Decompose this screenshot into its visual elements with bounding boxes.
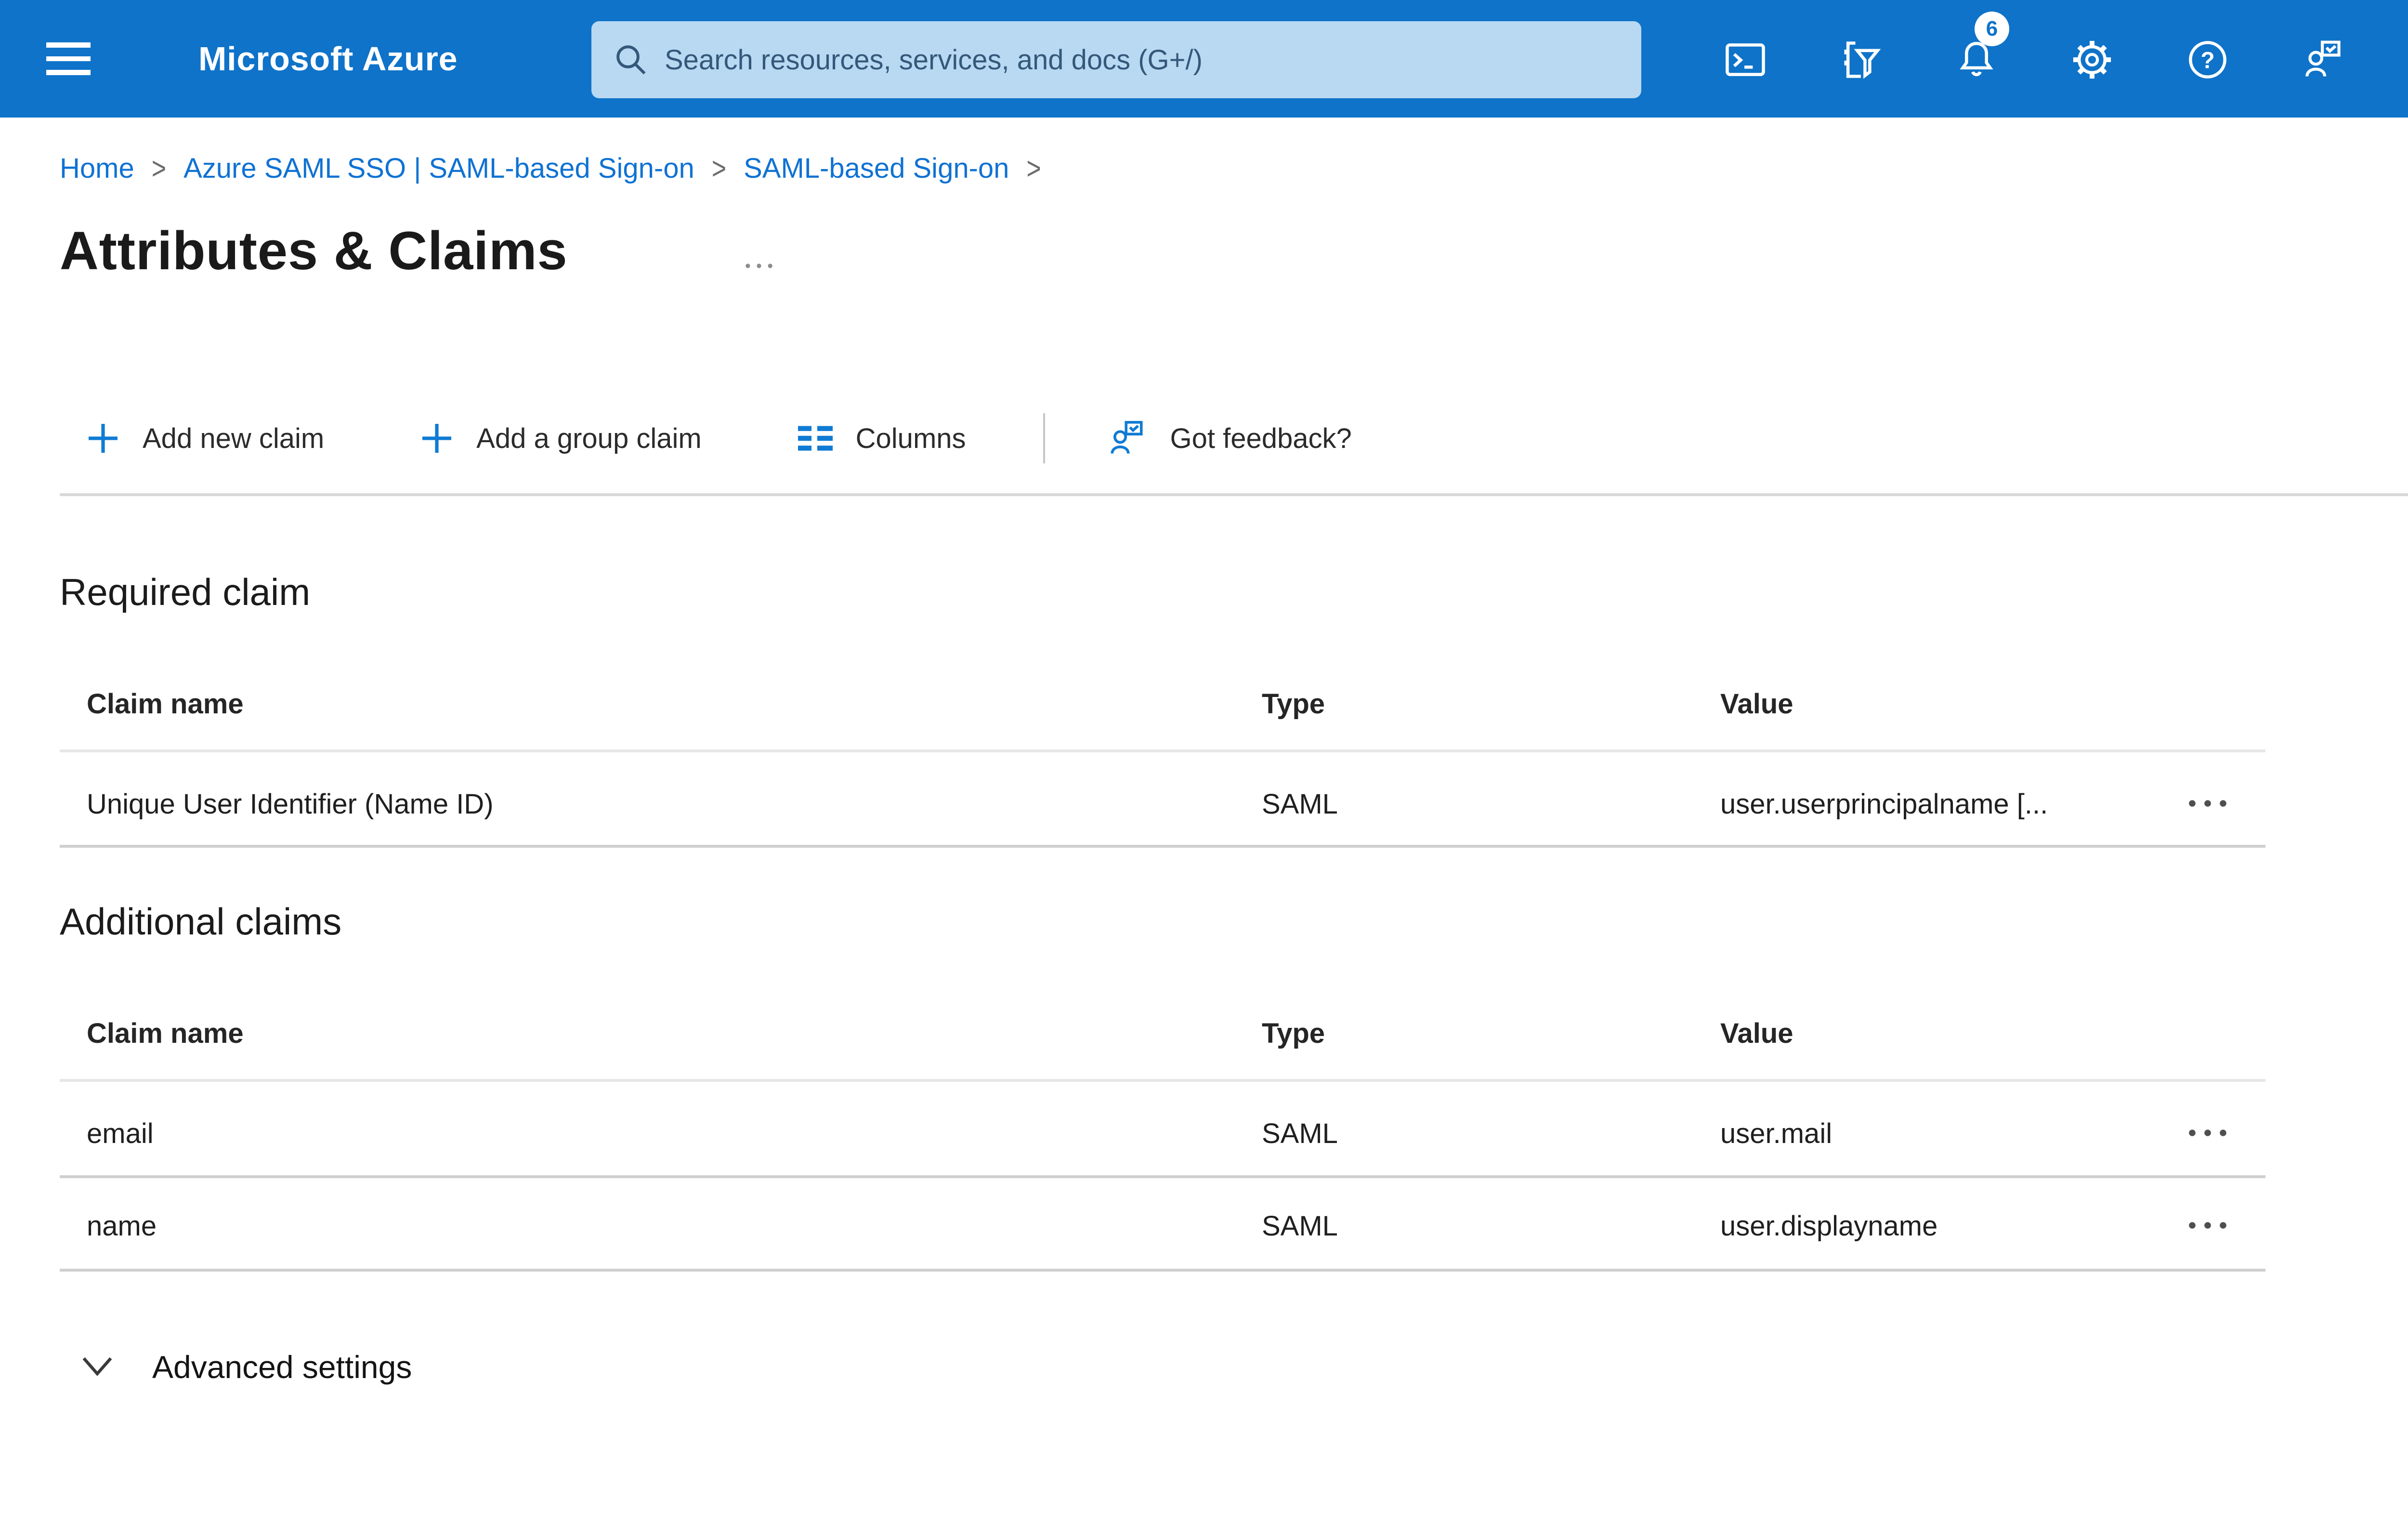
column-header-claim-name: Claim name: [87, 1018, 244, 1049]
gear-icon: [2073, 40, 2111, 79]
row-menu-button[interactable]: [2173, 1206, 2242, 1245]
table-rule: [60, 845, 2265, 848]
toolbar-divider: [1043, 413, 1045, 463]
table-rule: [60, 1175, 2265, 1178]
title-bar: Attributes & Claims: [0, 220, 2408, 308]
columns-button[interactable]: Columns: [771, 407, 993, 470]
claim-name-cell: name: [87, 1210, 157, 1242]
claim-value-cell: user.mail: [1720, 1118, 1832, 1149]
menu-icon[interactable]: [39, 27, 102, 91]
plus-icon: [89, 424, 118, 453]
breadcrumb-home[interactable]: Home: [60, 152, 134, 184]
columns-icon: [798, 426, 833, 451]
column-header-type: Type: [1262, 1018, 1325, 1049]
column-header-value: Value: [1720, 1018, 1793, 1049]
ellipsis-icon: [2189, 800, 2226, 807]
chevron-right-icon: >: [711, 151, 727, 186]
help-icon: ?: [2189, 41, 2226, 79]
notification-badge: 6: [1975, 12, 2009, 46]
column-header-type: Type: [1262, 688, 1325, 720]
row-menu-button[interactable]: [2173, 784, 2242, 823]
breadcrumb-app-sso[interactable]: Azure SAML SSO | SAML-based Sign-on: [183, 152, 694, 184]
global-search[interactable]: [591, 21, 1641, 98]
ellipsis-icon: [2189, 1130, 2226, 1136]
cloud-shell-button[interactable]: [1711, 25, 1780, 94]
claim-type-cell: SAML: [1262, 1210, 1338, 1242]
columns-label: Columns: [855, 422, 966, 454]
table-rule: [60, 749, 2265, 752]
chevron-right-icon: >: [1026, 151, 1041, 186]
column-header-claim-name: Claim name: [87, 688, 244, 720]
feedback-icon: [1110, 420, 1143, 454]
claim-value-cell: user.displayname: [1720, 1210, 1938, 1242]
cloud-shell-icon: [1726, 43, 1765, 76]
settings-button[interactable]: [2057, 25, 2127, 94]
column-header-value: Value: [1720, 688, 1793, 720]
search-icon: [616, 45, 646, 75]
more-options-icon[interactable]: [744, 254, 786, 277]
required-claim-heading: Required claim: [60, 571, 311, 613]
add-new-claim-label: Add new claim: [143, 422, 325, 454]
add-new-claim-button[interactable]: Add new claim: [60, 407, 351, 470]
add-group-claim-button[interactable]: Add a group claim: [393, 407, 728, 470]
got-feedback-label: Got feedback?: [1170, 422, 1352, 454]
subscription-filter-icon: [1844, 41, 1881, 79]
add-group-claim-label: Add a group claim: [476, 422, 702, 454]
brand-logo[interactable]: Microsoft Azure: [198, 0, 458, 118]
additional-claims-heading: Additional claims: [60, 900, 342, 943]
command-bar: Add new claim Add a group claim Columns: [60, 407, 1379, 470]
chevron-down-icon: [82, 1357, 112, 1376]
svg-text:?: ?: [2200, 48, 2214, 74]
claim-type-cell: SAML: [1262, 788, 1338, 820]
ellipsis-icon: [2189, 1222, 2226, 1229]
breadcrumb-saml-signon[interactable]: SAML-based Sign-on: [744, 152, 1009, 184]
got-feedback-button[interactable]: Got feedback?: [1080, 407, 1379, 470]
plus-icon: [422, 424, 452, 453]
page-title: Attributes & Claims: [60, 221, 568, 281]
azure-portal-window: Microsoft Azure Search resources, servic…: [0, 0, 2408, 1524]
advanced-settings-label: Advanced settings: [152, 1349, 412, 1385]
feedback-button[interactable]: [2289, 25, 2358, 94]
top-bar: Microsoft Azure Search resources, servic…: [0, 0, 2408, 118]
toolbar-rule: [60, 493, 2408, 497]
help-button[interactable]: ?: [2173, 25, 2242, 94]
table-rule: [60, 1269, 2265, 1272]
notifications-button[interactable]: 6: [1942, 12, 2011, 94]
claim-type-cell: SAML: [1262, 1118, 1338, 1149]
claim-value-cell: user.userprincipalname [...: [1720, 788, 2048, 820]
search-input[interactable]: [665, 43, 1618, 76]
table-rule: [60, 1079, 2265, 1082]
advanced-settings-toggle[interactable]: Advanced settings: [81, 1349, 412, 1385]
breadcrumb: Home > Azure SAML SSO | SAML-based Sign-…: [60, 151, 1041, 186]
chevron-right-icon: >: [151, 151, 167, 186]
claim-name-cell: email: [87, 1118, 154, 1149]
row-menu-button[interactable]: [2173, 1114, 2242, 1152]
feedback-icon: [2305, 40, 2341, 77]
subscription-filter-button[interactable]: [1826, 25, 1896, 94]
claim-name-cell: Unique User Identifier (Name ID): [87, 788, 494, 820]
